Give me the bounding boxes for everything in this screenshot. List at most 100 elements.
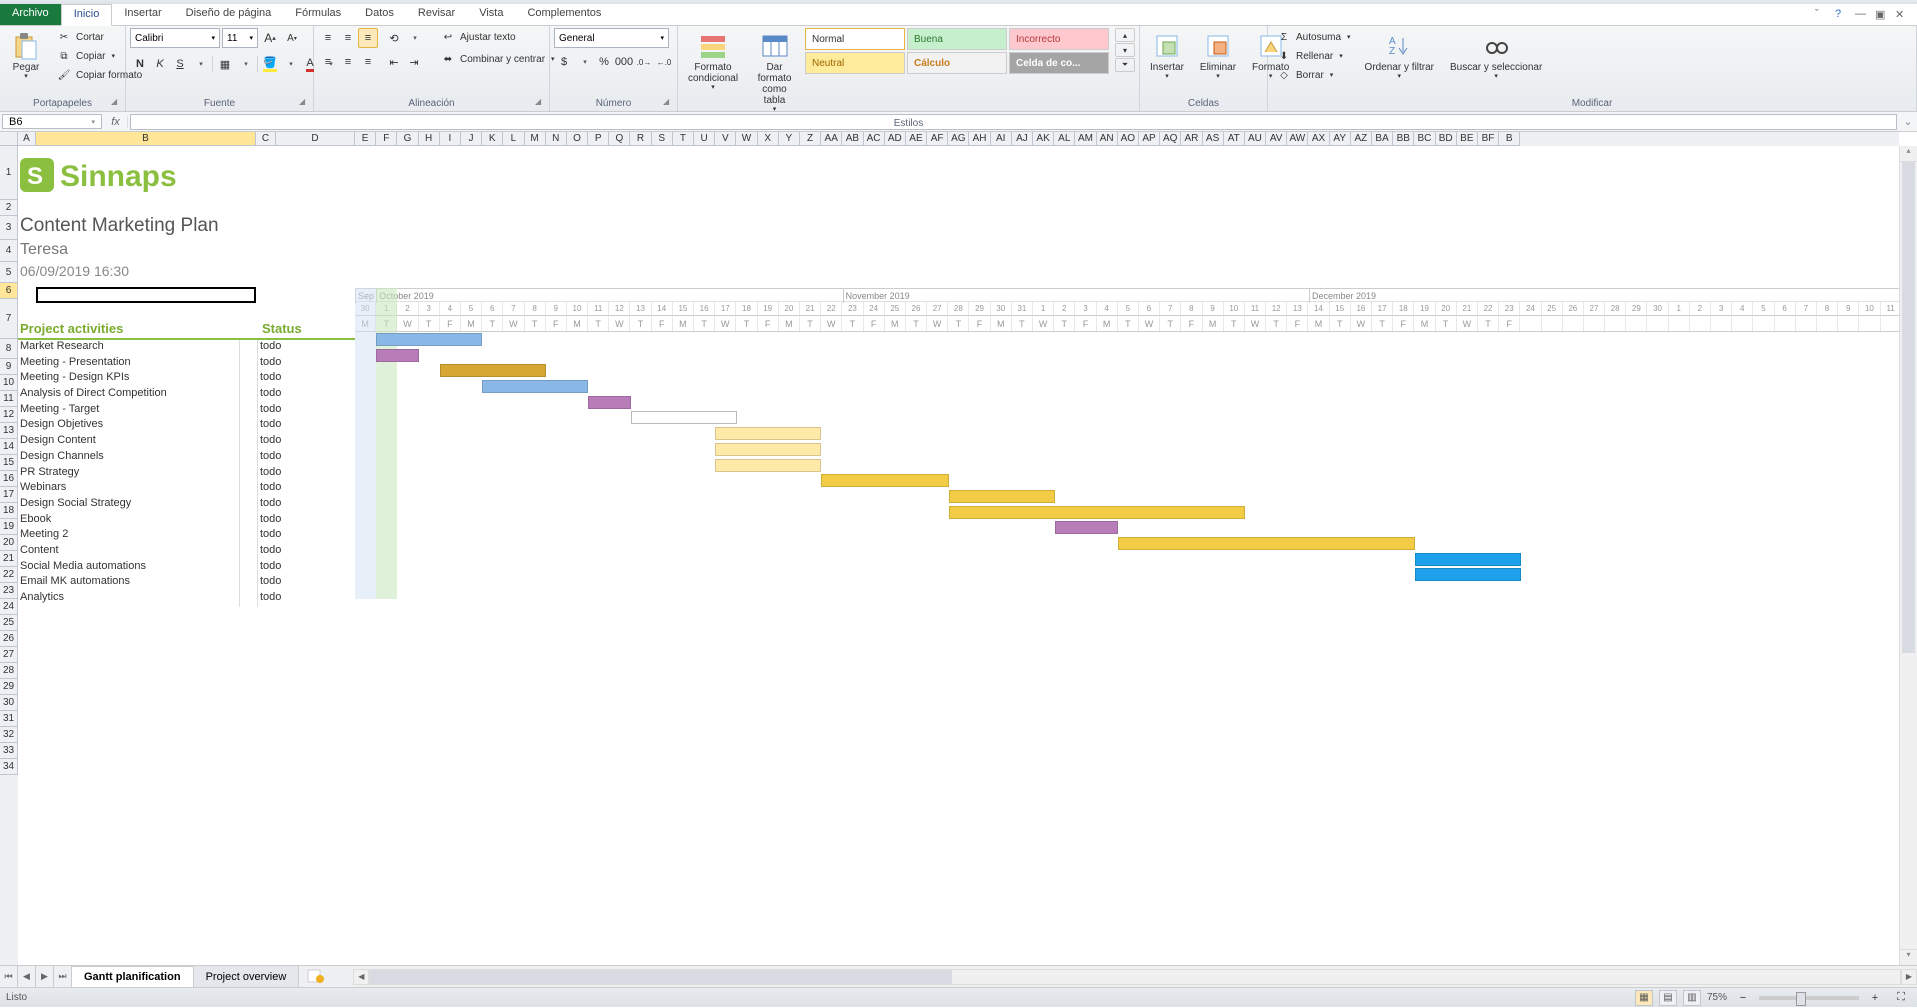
currency-button[interactable]: $ [554,52,574,72]
sheet-add-button[interactable] [299,966,333,987]
orientation-dropdown[interactable] [404,28,424,48]
window-minimize-icon[interactable]: — [1855,8,1869,22]
horizontal-scrollbar[interactable] [369,969,1901,985]
vertical-scrollbar[interactable]: ▴ ▾ [1899,146,1917,965]
row-headers[interactable]: 1234567891011121314151617181920212223242… [0,146,18,965]
fill-color-button[interactable]: 🪣 [260,54,280,74]
gantt-bar[interactable] [949,506,1246,519]
gantt-bar[interactable] [440,364,546,377]
tab-datos[interactable]: Datos [353,4,406,25]
activity-row[interactable]: Analysis of Direct Competitiontodo [18,387,355,403]
activity-row[interactable]: Social Media automationstodo [18,560,355,576]
styles-more-button[interactable]: ⏷ [1115,58,1135,72]
style-cell[interactable]: Normal [805,28,905,50]
align-bottom-button[interactable]: ≡ [358,28,378,48]
sheet-nav-next[interactable]: ▶ [36,966,54,987]
activity-row[interactable]: Design Social Strategytodo [18,497,355,513]
sheet-nav-last[interactable]: ⏭ [54,966,72,987]
grow-font-button[interactable]: A▴ [260,28,280,48]
tab-formulas[interactable]: Fórmulas [283,4,353,25]
gantt-bar[interactable] [631,411,737,424]
group-launcher-icon[interactable]: ◢ [535,97,547,109]
select-all-corner[interactable] [0,132,18,146]
style-cell[interactable]: Buena [907,28,1007,50]
styles-up-button[interactable]: ▴ [1115,28,1135,42]
activity-row[interactable]: Meeting - Design KPIstodo [18,371,355,387]
activity-check[interactable] [240,418,258,434]
border-dropdown[interactable] [235,54,255,74]
align-middle-button[interactable]: ≡ [338,28,358,48]
underline-button[interactable]: S [170,54,190,74]
activity-row[interactable]: Meeting - Presentationtodo [18,356,355,372]
decrease-indent-button[interactable]: ⇤ [384,52,404,72]
gantt-bar[interactable] [821,474,948,487]
activity-check[interactable] [240,591,258,607]
help-icon[interactable]: ? [1835,8,1849,22]
fullscreen-button[interactable]: ⛶ [1891,988,1911,1008]
activity-check[interactable] [240,387,258,403]
bold-button[interactable]: N [130,54,150,74]
underline-dropdown[interactable] [190,54,210,74]
align-left-button[interactable]: ≡ [318,52,338,72]
gantt-bar[interactable] [715,459,821,472]
tab-archivo[interactable]: Archivo [0,4,61,25]
conditional-format-button[interactable]: Formato condicional▾ [682,28,744,94]
gantt-bar[interactable] [588,396,630,409]
tab-vista[interactable]: Vista [467,4,515,25]
formula-expand-button[interactable]: ⌄ [1899,112,1917,131]
activity-check[interactable] [240,544,258,560]
activity-row[interactable]: Design Objetivestodo [18,418,355,434]
tab-revisar[interactable]: Revisar [406,4,467,25]
activity-check[interactable] [240,528,258,544]
gantt-bar[interactable] [1415,553,1521,566]
clear-button[interactable]: ◇Borrar▾ [1272,66,1355,84]
style-cell[interactable]: Cálculo [907,52,1007,74]
font-size-select[interactable]: 11▾ [222,28,258,48]
activity-check[interactable] [240,497,258,513]
view-normal-button[interactable]: ▦ [1635,990,1653,1006]
activity-check[interactable] [240,340,258,356]
tab-complementos[interactable]: Complementos [515,4,613,25]
activity-check[interactable] [240,481,258,497]
activity-check[interactable] [240,560,258,576]
style-cell[interactable]: Neutral [805,52,905,74]
paste-button[interactable]: Pegar▾ [4,28,48,83]
zoom-out-button[interactable]: − [1733,988,1753,1008]
sheet-tab-gantt[interactable]: Gantt planification [72,966,194,987]
wrap-text-button[interactable]: ↩Ajustar texto [436,28,559,46]
gantt-bar[interactable] [715,427,821,440]
activity-row[interactable]: PR Strategytodo [18,466,355,482]
decrease-decimal-button[interactable]: ←.0 [654,52,674,72]
activity-check[interactable] [240,513,258,529]
align-right-button[interactable]: ≡ [358,52,378,72]
fill-dropdown[interactable] [280,54,300,74]
sheet-nav-prev[interactable]: ◀ [18,966,36,987]
zoom-slider[interactable] [1759,996,1859,1000]
hscroll-left[interactable]: ◀ [353,969,369,985]
minimize-ribbon-icon[interactable]: ˇ [1815,8,1829,22]
activity-row[interactable]: Webinarstodo [18,481,355,497]
style-cell[interactable]: Incorrecto [1009,28,1109,50]
activity-check[interactable] [240,371,258,387]
activity-check[interactable] [240,466,258,482]
hscroll-right[interactable]: ▶ [1901,969,1917,985]
insert-cells-button[interactable]: Insertar▾ [1144,28,1190,83]
activity-row[interactable]: Analyticstodo [18,591,355,607]
group-launcher-icon[interactable]: ◢ [111,97,123,109]
activity-check[interactable] [240,434,258,450]
group-launcher-icon[interactable]: ◢ [299,97,311,109]
activity-row[interactable]: Design Contenttodo [18,434,355,450]
italic-button[interactable]: K [150,54,170,74]
fill-button[interactable]: ⬇Rellenar▾ [1272,47,1355,65]
sheet-tab-overview[interactable]: Project overview [194,966,300,987]
sheet-nav-first[interactable]: ⏮ [0,966,18,987]
gantt-bar[interactable] [376,333,482,346]
delete-cells-button[interactable]: Eliminar▾ [1194,28,1242,83]
column-headers[interactable]: ABCDEFGHIJKLMNOPQRSTUVWXYZAAABACADAEAFAG… [18,132,1899,146]
activity-row[interactable]: Email MK automationstodo [18,575,355,591]
window-restore-icon[interactable]: ▣ [1875,8,1889,22]
format-as-table-button[interactable]: Dar formato como tabla▾ [748,28,801,116]
gantt-bar[interactable] [1415,568,1521,581]
style-cell[interactable]: Celda de co... [1009,52,1109,74]
gantt-bar[interactable] [482,380,588,393]
